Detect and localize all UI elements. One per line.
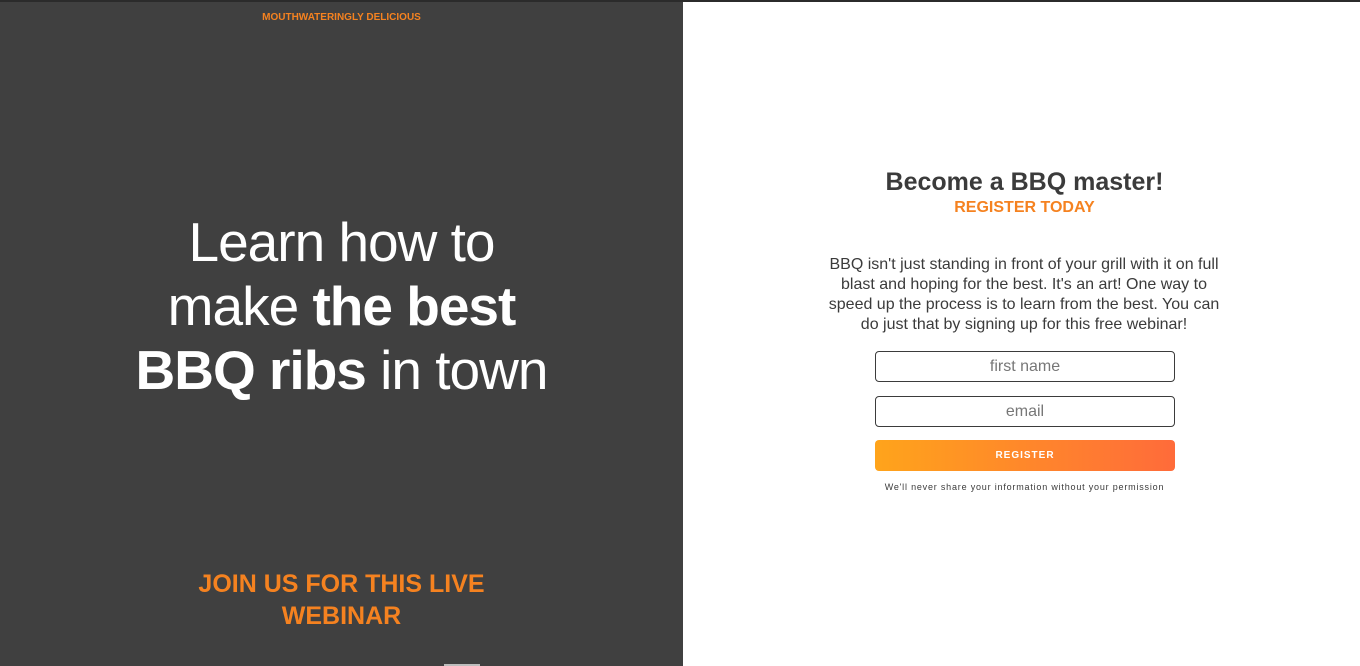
registration-panel: Become a BBQ master! REGISTER TODAY BBQ … [683,2,1360,666]
form-title: Become a BBQ master! [885,168,1164,196]
headline-line-2-bold: the best [312,275,516,337]
webinar-cta-line-1: JOIN US FOR THIS LIVE [198,570,485,598]
privacy-note: We'll never share your information witho… [884,482,1165,492]
form-subtitle: REGISTER TODAY [954,199,1095,216]
email-input[interactable] [875,396,1175,427]
hero-headline: Learn how to make the best BBQ ribs in t… [0,210,683,402]
landing-page: MOUTHWATERINGLY DELICIOUS Learn how to m… [0,0,1360,666]
first-name-input[interactable] [875,351,1175,382]
headline-line-3-plain: in town [365,339,548,401]
webinar-cta-line-2: WEBINAR [281,602,402,630]
headline-line-1: Learn how to [188,211,496,273]
hero-eyebrow: MOUTHWATERINGLY DELICIOUS [262,12,421,23]
form-description: BBQ isn't just standing in front of your… [828,256,1220,333]
headline-line-2-plain: make [167,275,313,337]
hero-panel: MOUTHWATERINGLY DELICIOUS Learn how to m… [0,2,683,666]
webinar-cta: JOIN US FOR THIS LIVE WEBINAR [0,568,683,632]
headline-line-3-bold: BBQ ribs [135,339,367,401]
register-button[interactable]: REGISTER [875,440,1175,471]
